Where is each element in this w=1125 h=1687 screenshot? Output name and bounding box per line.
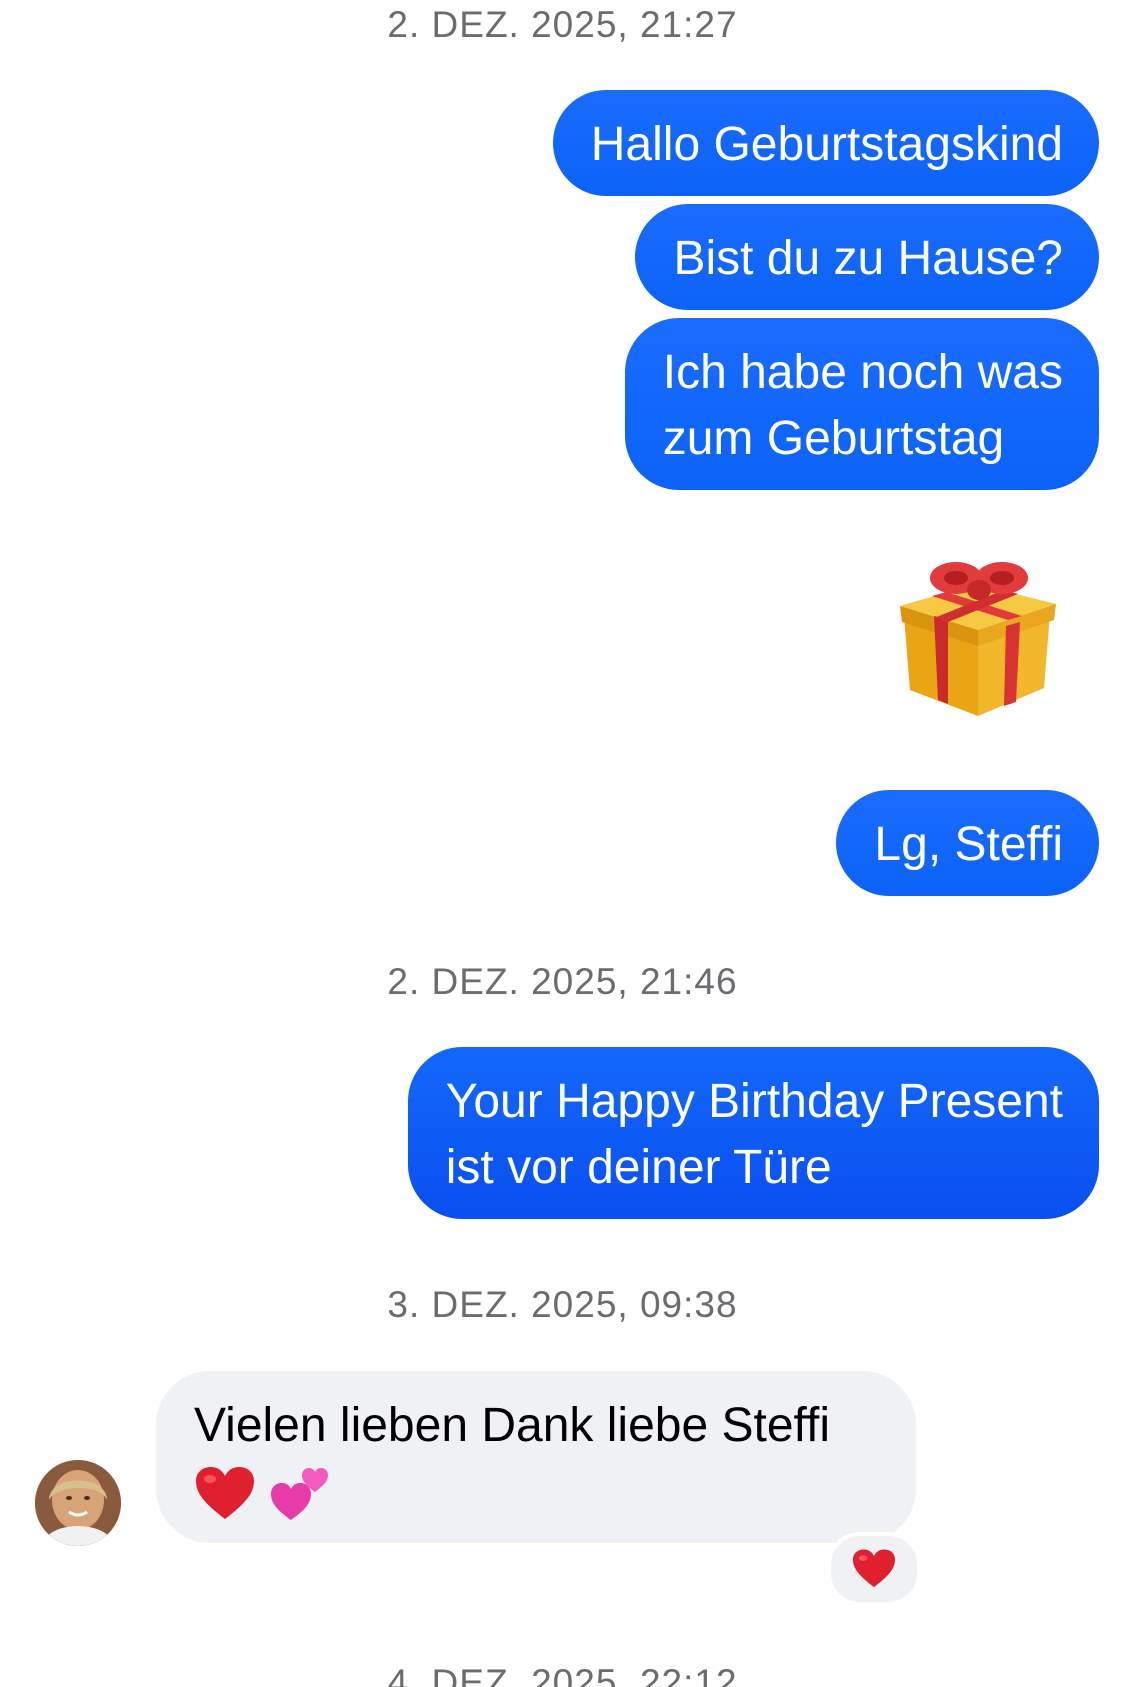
timestamp: 2. DEZ. 2025, 21:27 [387, 4, 738, 45]
emoji-message[interactable] [898, 556, 1058, 721]
message-text-line: Your Happy Birthday Present [445, 1075, 1063, 1128]
message-text-line: Ich habe noch was [662, 346, 1063, 399]
message-text: Bist du zu Hause? [673, 232, 1063, 285]
message-text-line: zum Geburtstag [662, 412, 1005, 465]
messages-thread[interactable]: 2. DEZ. 2025, 21:27 Hallo Geburtstagskin… [0, 0, 1125, 1687]
timestamp: 3. DEZ. 2025, 09:38 [387, 1284, 738, 1325]
wrapped-gift-icon [900, 562, 1056, 716]
outgoing-message[interactable]: Bist du zu Hause? [635, 204, 1099, 310]
emoji-line [194, 1459, 880, 1525]
message-text-line: Vielen lieben Dank liebe Steffi [194, 1399, 830, 1452]
red-heart-icon [853, 1549, 895, 1588]
outgoing-message[interactable]: Lg, Steffi [836, 790, 1099, 896]
timestamp: 2. DEZ. 2025, 21:46 [387, 961, 738, 1002]
timestamp: 4. DEZ. 2025, 22:12 [387, 1662, 738, 1687]
two-hearts-icon [271, 1468, 329, 1521]
message-text: Hallo Geburtstagskind [590, 118, 1063, 171]
red-heart-icon [196, 1467, 254, 1520]
outgoing-message[interactable]: Ich habe noch was zum Geburtstag [624, 318, 1099, 490]
message-text: Lg, Steffi [874, 818, 1063, 871]
avatar[interactable] [35, 1460, 121, 1546]
reaction-badge[interactable] [827, 1532, 921, 1606]
outgoing-message[interactable]: Your Happy Birthday Present ist vor dein… [407, 1047, 1099, 1219]
message-text-line: ist vor deiner Türe [445, 1141, 832, 1194]
outgoing-message[interactable]: Hallo Geburtstagskind [552, 90, 1099, 196]
incoming-message[interactable]: Vielen lieben Dank liebe Steffi [156, 1371, 916, 1543]
contact-photo [35, 1460, 121, 1546]
